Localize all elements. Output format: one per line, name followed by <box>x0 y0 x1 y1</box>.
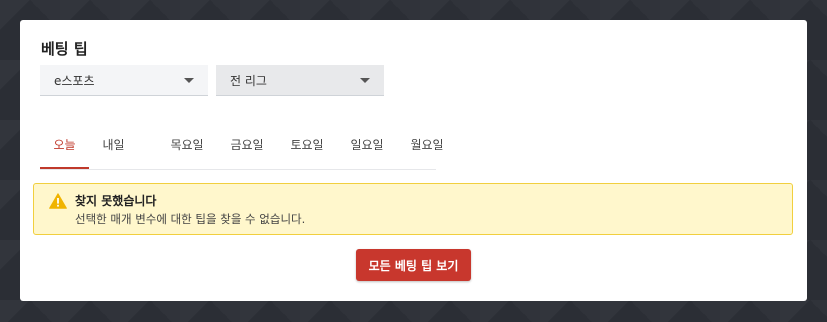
tab-tomorrow[interactable]: 내일 <box>89 125 138 169</box>
tab-friday[interactable]: 금요일 <box>219 125 275 169</box>
chevron-down-icon <box>184 78 194 83</box>
tab-monday[interactable]: 월요일 <box>399 125 455 169</box>
no-results-alert: 찾지 못했습니다 선택한 매개 변수에 대한 팁을 찾을 수 없습니다. <box>33 183 793 235</box>
tab-sunday[interactable]: 일요일 <box>339 125 395 169</box>
chevron-down-icon <box>360 78 370 83</box>
alert-message: 선택한 매개 변수에 대한 팁을 찾을 수 없습니다. <box>75 212 306 226</box>
league-select-value: 전 리그 <box>230 73 267 88</box>
sport-select-value: e스포츠 <box>54 73 95 88</box>
league-select[interactable]: 전 리그 <box>216 65 384 96</box>
card-title: 베팅 팁 <box>41 40 88 58</box>
tab-saturday[interactable]: 토요일 <box>279 125 335 169</box>
view-all-tips-button[interactable]: 모든 베팅 팁 보기 <box>356 249 471 281</box>
alert-title: 찾지 못했습니다 <box>75 194 157 208</box>
day-tabs: 오늘 내일 목요일 금요일 토요일 일요일 월요일 <box>40 125 444 170</box>
tab-today[interactable]: 오늘 <box>40 125 89 169</box>
warning-icon <box>49 193 67 209</box>
tab-thursday[interactable]: 목요일 <box>159 125 215 169</box>
betting-tips-card: 베팅 팁 e스포츠 전 리그 오늘 내일 목요일 금요일 토요일 일요일 월요일… <box>20 20 807 301</box>
sport-select[interactable]: e스포츠 <box>40 65 208 96</box>
